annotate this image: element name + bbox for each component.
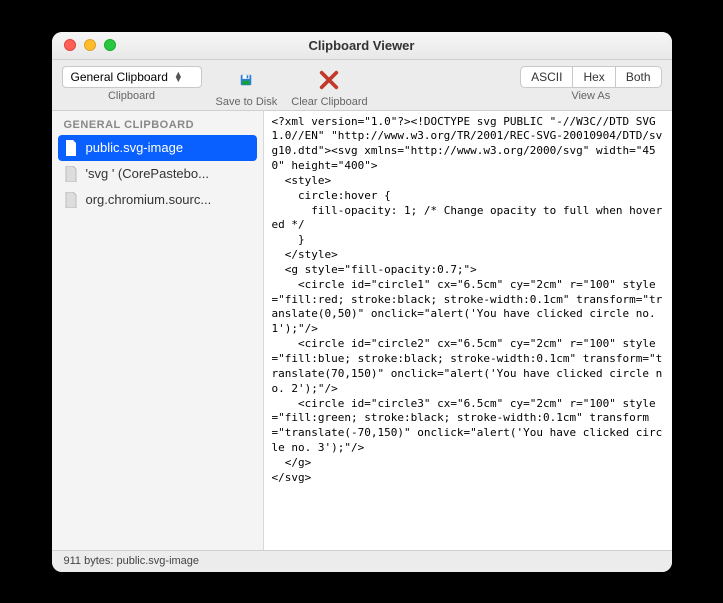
statusbar: 911 bytes: public.svg-image [52,550,672,572]
app-window: Clipboard Viewer General Clipboard ▲▼ Cl… [52,32,672,572]
sidebar-item-2[interactable]: org.chromium.sourc... [52,187,263,213]
viewas-segmented: ASCII Hex Both [520,66,661,88]
save-label: Save to Disk [216,96,278,108]
floppy-disk-icon [239,72,253,88]
clear-button[interactable] [315,66,343,94]
sidebar-item-label: public.svg-image [86,140,184,155]
clear-label: Clear Clipboard [291,96,367,108]
window-title: Clipboard Viewer [52,38,672,53]
save-group: Save to Disk [216,66,278,108]
content-view[interactable]: <?xml version="1.0"?><!DOCTYPE svg PUBLI… [264,111,672,550]
document-icon [64,140,78,156]
body: GENERAL CLIPBOARD public.svg-image 'svg … [52,111,672,550]
seg-ascii[interactable]: ASCII [521,67,573,87]
sidebar-header: GENERAL CLIPBOARD [52,115,263,135]
viewas-group: ASCII Hex Both View As [520,66,661,102]
clear-group: Clear Clipboard [291,66,367,108]
sidebar-item-label: 'svg ' (CorePastebo... [86,166,209,181]
clipboard-dropdown-value: General Clipboard [71,70,168,84]
document-icon [64,166,78,182]
chevron-updown-icon: ▲▼ [174,72,183,82]
status-text: 911 bytes: public.svg-image [64,555,200,567]
titlebar: Clipboard Viewer [52,32,672,60]
toolbar: General Clipboard ▲▼ Clipboard Save to D… [52,60,672,111]
x-icon [318,69,340,91]
sidebar: GENERAL CLIPBOARD public.svg-image 'svg … [52,111,264,550]
sidebar-item-1[interactable]: 'svg ' (CorePastebo... [52,161,263,187]
clipboard-label: Clipboard [108,90,155,102]
clipboard-group: General Clipboard ▲▼ Clipboard [62,66,202,102]
sidebar-item-label: org.chromium.sourc... [86,192,212,207]
clipboard-dropdown[interactable]: General Clipboard ▲▼ [62,66,202,88]
save-button[interactable] [232,66,260,94]
seg-both[interactable]: Both [616,67,661,87]
viewas-label: View As [571,90,610,102]
document-icon [64,192,78,208]
seg-hex[interactable]: Hex [573,67,615,87]
sidebar-item-0[interactable]: public.svg-image [58,135,257,161]
